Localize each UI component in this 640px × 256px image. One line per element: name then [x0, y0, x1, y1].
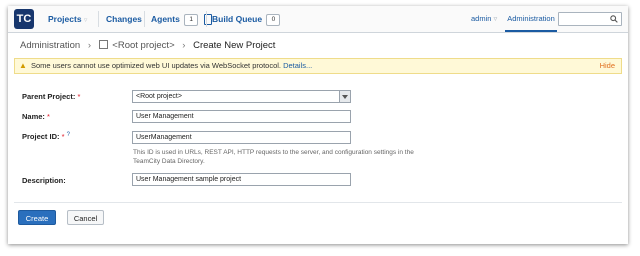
create-button[interactable]: Create: [18, 210, 56, 225]
required-marker: *: [47, 112, 50, 121]
nav-divider: [206, 11, 207, 27]
agent-icon: [203, 14, 212, 26]
parent-project-label-text: Parent Project:: [22, 92, 76, 101]
nav-divider: [144, 11, 145, 27]
parent-project-label: Parent Project: *: [22, 92, 80, 101]
project-id-field[interactable]: UserManagement: [132, 131, 351, 144]
teamcity-logo[interactable]: TC: [14, 9, 34, 29]
description-value: User Management sample project: [136, 176, 242, 183]
breadcrumb-administration[interactable]: Administration: [20, 40, 80, 51]
nav-divider: [98, 11, 99, 27]
warning-icon: ▲: [19, 61, 27, 70]
nav-agents-label: Agents: [151, 14, 180, 24]
nav-projects-label: Projects: [48, 14, 82, 24]
chevron-down-icon[interactable]: [339, 91, 350, 102]
project-id-help-text: This ID is used in URLs, REST API, HTTP …: [133, 149, 414, 165]
required-marker: *: [77, 92, 81, 101]
project-id-label-text: Project ID:: [22, 132, 60, 141]
chevron-down-icon: ▿: [493, 14, 498, 23]
name-value: User Management: [136, 113, 194, 120]
warning-text: Some users cannot use optimized web UI u…: [31, 61, 281, 70]
agents-count-badge: 1: [184, 13, 199, 26]
warning-hide-link[interactable]: Hide: [600, 59, 615, 73]
project-id-label: Project ID: * ?: [22, 132, 70, 141]
user-name: admin: [471, 14, 492, 23]
administration-link[interactable]: Administration: [505, 6, 557, 32]
project-id-value: UserManagement: [136, 134, 192, 141]
description-label: Description:: [22, 176, 66, 185]
breadcrumb: Administration › <Root project> › Create…: [20, 40, 275, 51]
websocket-warning-banner: ▲ Some users cannot use optimized web UI…: [14, 58, 622, 74]
help-icon[interactable]: ?: [67, 132, 70, 138]
chevron-down-icon[interactable]: ▿: [84, 17, 88, 24]
chevron-right-icon: ›: [87, 40, 92, 51]
nav-changes-label: Changes: [106, 14, 142, 24]
search-input[interactable]: [558, 12, 622, 26]
name-field[interactable]: User Management: [132, 110, 351, 123]
search-icon[interactable]: [610, 15, 618, 23]
nav-changes[interactable]: Changes: [106, 6, 142, 32]
chevron-right-icon: ›: [182, 40, 186, 51]
name-label-text: Name:: [22, 112, 45, 121]
nav-agents[interactable]: Agents 1: [151, 6, 212, 32]
nav-projects[interactable]: Projects ▿: [48, 6, 87, 32]
cancel-button[interactable]: Cancel: [67, 210, 104, 225]
top-navigation-bar: TC Projects ▿ Changes Agents 1 Build Que…: [8, 6, 628, 33]
warning-message: Some users cannot use optimized web UI u…: [31, 59, 312, 73]
description-label-text: Description:: [22, 176, 66, 185]
user-menu[interactable]: admin ▿: [471, 6, 497, 32]
name-label: Name: *: [22, 112, 50, 121]
app-window: TC Projects ▿ Changes Agents 1 Build Que…: [8, 6, 628, 244]
nav-build-queue-label: Build Queue: [212, 14, 263, 24]
nav-build-queue[interactable]: Build Queue 0: [212, 6, 281, 32]
description-field[interactable]: User Management sample project: [132, 173, 351, 186]
build-queue-count-badge: 0: [266, 13, 281, 26]
parent-project-select[interactable]: <Root project>: [132, 90, 351, 103]
required-marker: *: [61, 132, 65, 141]
form-divider: [14, 202, 622, 203]
parent-project-value: <Root project>: [136, 93, 182, 100]
breadcrumb-root-project[interactable]: <Root project>: [112, 40, 174, 51]
warning-details-link[interactable]: Details...: [283, 61, 312, 70]
project-icon: [98, 40, 108, 49]
page-title: Create New Project: [193, 40, 276, 51]
